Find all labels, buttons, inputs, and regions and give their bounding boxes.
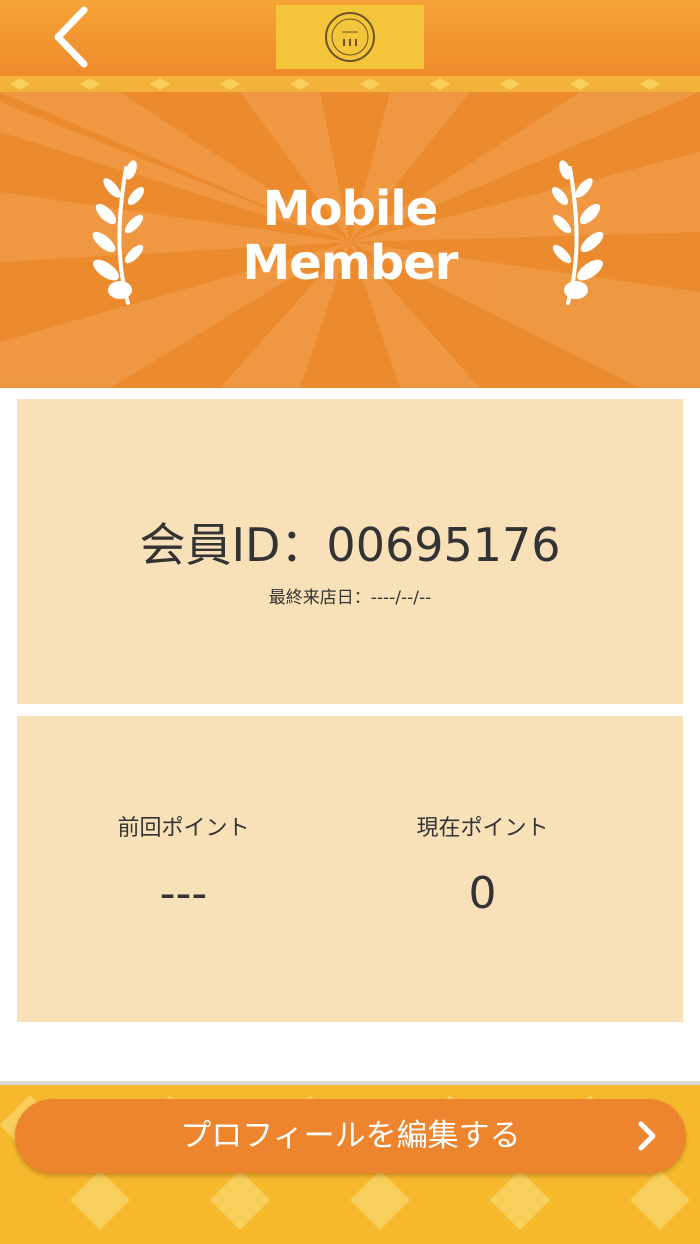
decorative-pattern-strip bbox=[0, 76, 700, 92]
hero-title-line1: Mobile bbox=[262, 181, 439, 237]
previous-points-value: --- bbox=[159, 868, 208, 919]
last-visit-date: 最終来店日：----/--/-- bbox=[268, 588, 432, 608]
previous-points-label: 前回ポイント bbox=[117, 816, 250, 841]
hero-title-line2: Member bbox=[242, 235, 459, 291]
previous-points: 前回ポイント --- bbox=[17, 814, 350, 922]
current-points-label: 現在ポイント bbox=[416, 816, 549, 841]
hero-banner: Mobile Member bbox=[0, 92, 700, 388]
current-points-value: 0 bbox=[468, 868, 497, 919]
member-id: 会員ID：00695176 bbox=[139, 518, 561, 572]
nav-bar bbox=[0, 0, 700, 76]
current-points: 現在ポイント 0 bbox=[316, 814, 649, 922]
shop-logo-icon bbox=[325, 12, 375, 62]
shop-logo bbox=[276, 5, 424, 69]
chevron-left-icon bbox=[54, 6, 88, 68]
hero-title: Mobile Member bbox=[0, 182, 700, 290]
edit-profile-label: プロフィールを編集する bbox=[180, 1118, 521, 1154]
edit-profile-button[interactable]: プロフィールを編集する bbox=[15, 1099, 686, 1173]
chevron-right-icon bbox=[638, 1121, 656, 1151]
back-button[interactable] bbox=[40, 4, 104, 70]
member-card: 会員ID：00695176 最終来店日：----/--/-- bbox=[17, 399, 683, 704]
